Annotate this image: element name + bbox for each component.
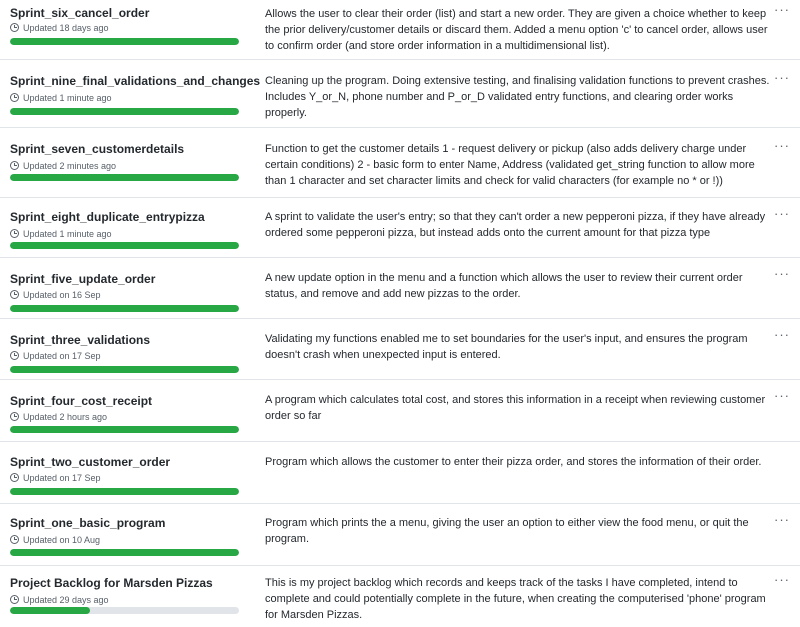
updated-text: Updated on 16 Sep: [23, 290, 101, 300]
clock-icon: [10, 229, 19, 238]
kebab-horizontal-icon[interactable]: ···: [774, 138, 790, 153]
updated-timestamp: Updated 2 hours ago: [10, 412, 107, 422]
kebab-horizontal-icon[interactable]: ···: [774, 206, 790, 221]
progress-bar: [10, 488, 239, 495]
project-row: Sprint_six_cancel_order Updated 18 days …: [0, 0, 800, 60]
updated-timestamp: Updated 18 days ago: [10, 23, 109, 33]
clock-icon: [10, 595, 19, 604]
project-name-link[interactable]: Sprint_three_validations: [10, 333, 150, 347]
project-name-link[interactable]: Sprint_four_cost_receipt: [10, 394, 152, 408]
project-description: Validating my functions enabled me to se…: [265, 333, 748, 361]
kebab-horizontal-icon[interactable]: ···: [774, 2, 790, 17]
progress-bar: [10, 174, 239, 181]
project-row: Sprint_seven_customerdetails Updated 2 m…: [0, 128, 800, 198]
project-description: A sprint to validate the user's entry; s…: [265, 211, 766, 239]
project-name-link[interactable]: Sprint_five_update_order: [10, 272, 155, 286]
clock-icon: [10, 161, 19, 170]
project-name-link[interactable]: Sprint_seven_customerdetails: [10, 142, 184, 156]
kebab-horizontal-icon[interactable]: ···: [774, 266, 790, 281]
project-description: Function to get the customer details 1 -…: [265, 143, 755, 187]
progress-bar: [10, 108, 239, 115]
project-description: Program which prints the a menu, giving …: [265, 517, 749, 545]
clock-icon: [10, 535, 19, 544]
clock-icon: [10, 412, 19, 421]
progress-fill: [10, 174, 239, 181]
project-row: Sprint_two_customer_order Updated on 17 …: [0, 442, 800, 504]
progress-bar: [10, 38, 239, 45]
progress-fill: [10, 305, 239, 312]
progress-bar: [10, 366, 239, 373]
updated-text: Updated 1 minute ago: [23, 93, 112, 103]
kebab-horizontal-icon[interactable]: ···: [774, 70, 790, 85]
project-row: Sprint_five_update_order Updated on 16 S…: [0, 258, 800, 319]
project-name-link[interactable]: Project Backlog for Marsden Pizzas: [10, 576, 213, 590]
project-name-link[interactable]: Sprint_two_customer_order: [10, 455, 170, 469]
updated-timestamp: Updated 2 minutes ago: [10, 161, 116, 171]
progress-fill: [10, 242, 239, 249]
project-name-link[interactable]: Sprint_nine_final_validations_and_change…: [10, 74, 260, 88]
kebab-horizontal-icon[interactable]: ···: [774, 572, 790, 587]
progress-fill: [10, 38, 239, 45]
project-row: Sprint_four_cost_receipt Updated 2 hours…: [0, 380, 800, 442]
project-name-link[interactable]: Sprint_six_cancel_order: [10, 6, 149, 20]
updated-timestamp: Updated 29 days ago: [10, 595, 109, 605]
project-description: Program which allows the customer to ent…: [265, 456, 762, 468]
updated-text: Updated on 17 Sep: [23, 473, 101, 483]
clock-icon: [10, 351, 19, 360]
progress-bar: [10, 549, 239, 556]
progress-bar: [10, 305, 239, 312]
project-name-link[interactable]: Sprint_one_basic_program: [10, 516, 165, 530]
updated-timestamp: Updated on 16 Sep: [10, 290, 101, 300]
project-name-link[interactable]: Sprint_eight_duplicate_entrypizza: [10, 210, 205, 224]
clock-icon: [10, 473, 19, 482]
kebab-horizontal-icon[interactable]: ···: [774, 327, 790, 342]
updated-timestamp: Updated on 17 Sep: [10, 473, 101, 483]
updated-text: Updated 29 days ago: [23, 595, 109, 605]
progress-fill: [10, 366, 239, 373]
updated-timestamp: Updated on 17 Sep: [10, 351, 101, 361]
progress-bar: [10, 242, 239, 249]
project-row: Sprint_three_validations Updated on 17 S…: [0, 319, 800, 380]
project-row: Sprint_eight_duplicate_entrypizza Update…: [0, 198, 800, 258]
updated-timestamp: Updated on 10 Aug: [10, 535, 100, 545]
updated-text: Updated on 17 Sep: [23, 351, 101, 361]
updated-text: Updated 2 hours ago: [23, 412, 108, 422]
project-description: Allows the user to clear their order (li…: [265, 8, 768, 52]
project-description: A program which calculates total cost, a…: [265, 394, 766, 422]
project-description: Cleaning up the program. Doing extensive…: [265, 75, 770, 119]
project-list: Sprint_six_cancel_order Updated 18 days …: [0, 0, 800, 627]
progress-bar: [10, 607, 239, 614]
kebab-horizontal-icon[interactable]: ···: [774, 388, 790, 403]
clock-icon: [10, 290, 19, 299]
clock-icon: [10, 23, 19, 32]
project-row: Sprint_one_basic_program Updated on 10 A…: [0, 504, 800, 566]
project-row: Sprint_nine_final_validations_and_change…: [0, 60, 800, 128]
updated-text: Updated 1 minute ago: [23, 229, 112, 239]
progress-bar: [10, 426, 239, 433]
updated-text: Updated 18 days ago: [23, 23, 109, 33]
updated-timestamp: Updated 1 minute ago: [10, 229, 112, 239]
kebab-horizontal-icon[interactable]: ···: [774, 512, 790, 527]
project-description: This is my project backlog which records…: [265, 577, 766, 621]
progress-fill: [10, 607, 91, 614]
project-row: Project Backlog for Marsden Pizzas Updat…: [0, 566, 800, 627]
progress-fill: [10, 426, 239, 433]
clock-icon: [10, 93, 19, 102]
updated-text: Updated 2 minutes ago: [23, 161, 117, 171]
progress-fill: [10, 488, 239, 495]
updated-timestamp: Updated 1 minute ago: [10, 93, 112, 103]
project-description: A new update option in the menu and a fu…: [265, 272, 743, 300]
progress-fill: [10, 108, 239, 115]
progress-fill: [10, 549, 239, 556]
updated-text: Updated on 10 Aug: [23, 535, 101, 545]
